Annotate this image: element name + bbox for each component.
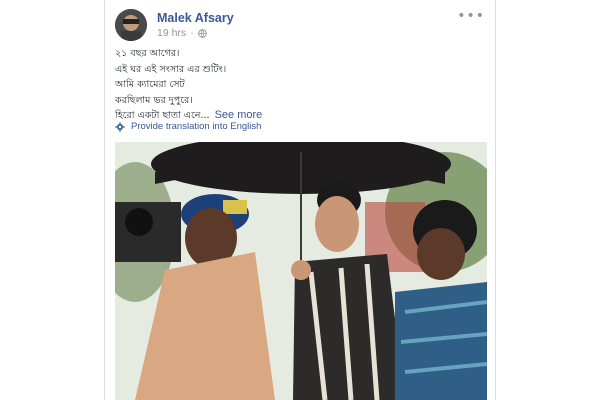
film-shooting-photo <box>115 142 487 400</box>
post-timestamp[interactable]: 19 hrs <box>157 27 186 39</box>
avatar[interactable] <box>115 9 147 41</box>
translation-link[interactable]: Provide translation into English <box>115 121 261 132</box>
meta-separator: · <box>190 27 194 39</box>
author-name[interactable]: Malek Afsary <box>157 11 234 25</box>
post-photo[interactable] <box>115 142 487 400</box>
post-text-line: এই ঘর এই সংসার এর শুটিং। <box>115 63 227 75</box>
post-text-line: হিরো একটা ছাতা এনে... <box>115 110 210 121</box>
post-card: Malek Afsary 19 hrs · ••• ২১ বছর আগের। এ… <box>104 0 496 400</box>
post-text-line: করছিলাম ভর দুপুরে। <box>115 94 193 106</box>
more-options-icon[interactable]: ••• <box>457 9 485 23</box>
post-text: ২১ বছর আগের। এই ঘর এই সংসার এর শুটিং। আম… <box>115 46 485 124</box>
post-meta: 19 hrs · <box>157 27 207 39</box>
gear-icon <box>115 121 125 132</box>
post-text-line: ২১ বছর আগের। <box>115 48 180 59</box>
post-header: Malek Afsary 19 hrs · ••• <box>115 9 485 43</box>
translation-label: Provide translation into English <box>131 121 262 132</box>
globe-icon[interactable] <box>197 28 207 38</box>
see-more-link[interactable]: See more <box>215 109 263 121</box>
post-text-line: আমি ক্যামেরা সেট <box>115 79 185 90</box>
